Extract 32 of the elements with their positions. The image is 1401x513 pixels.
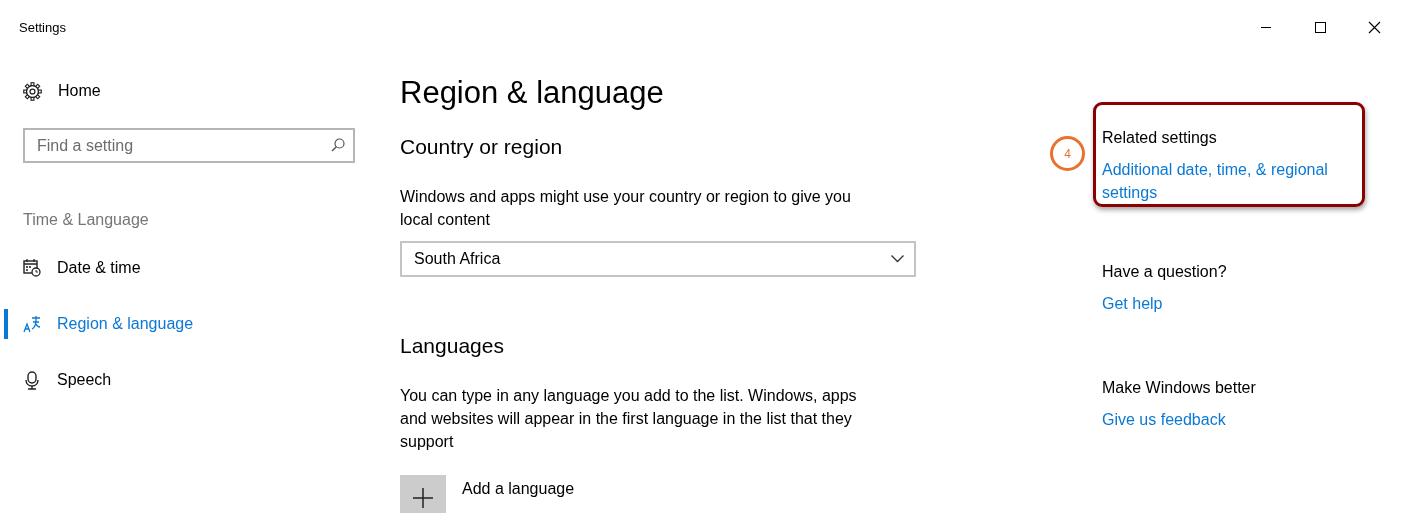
country-dropdown[interactable]: South Africa bbox=[400, 241, 916, 278]
microphone-icon bbox=[23, 371, 41, 389]
section-heading: Country or region bbox=[400, 134, 563, 160]
link[interactable]: Additional date, time, & regional settings bbox=[1102, 158, 1364, 204]
nav-item[interactable]: Region & language bbox=[23, 309, 380, 339]
section-heading: Languages bbox=[400, 333, 504, 359]
search-field[interactable]: Find a setting bbox=[23, 128, 355, 163]
add-language-label[interactable]: Add a language bbox=[462, 477, 575, 502]
step-badge: 4 bbox=[1050, 136, 1085, 171]
link[interactable]: Give us feedback bbox=[1102, 408, 1226, 431]
nav-item[interactable]: Speech bbox=[23, 365, 380, 395]
home-link[interactable]: Home bbox=[23, 76, 101, 106]
plus-icon bbox=[413, 488, 433, 509]
calendar-icon bbox=[23, 259, 41, 277]
description: Windows and apps might use your country or region to give you local content bbox=[400, 187, 852, 231]
group-heading: Make Windows better bbox=[1102, 378, 1256, 398]
description: You can type in any language you add to the list. Windows, apps and websites will appear in the first language in the list that they support bbox=[400, 386, 858, 453]
nav-item[interactable]: Date & time bbox=[23, 253, 380, 283]
maximize-icon bbox=[1314, 21, 1326, 33]
chevron-down-icon bbox=[891, 255, 904, 264]
add-button[interactable] bbox=[400, 475, 446, 513]
close-icon bbox=[1368, 21, 1380, 33]
window-title: Settings bbox=[19, 20, 66, 35]
search-icon bbox=[331, 138, 345, 152]
language-icon bbox=[23, 315, 41, 333]
gear-icon bbox=[23, 81, 42, 101]
link[interactable]: Get help bbox=[1102, 292, 1163, 315]
section-heading: Time & Language bbox=[23, 210, 149, 230]
selection-indicator bbox=[4, 309, 8, 339]
group-heading: Have a question? bbox=[1102, 262, 1227, 282]
page-title: Region & language bbox=[400, 74, 664, 112]
group-heading: Related settings bbox=[1102, 128, 1217, 148]
